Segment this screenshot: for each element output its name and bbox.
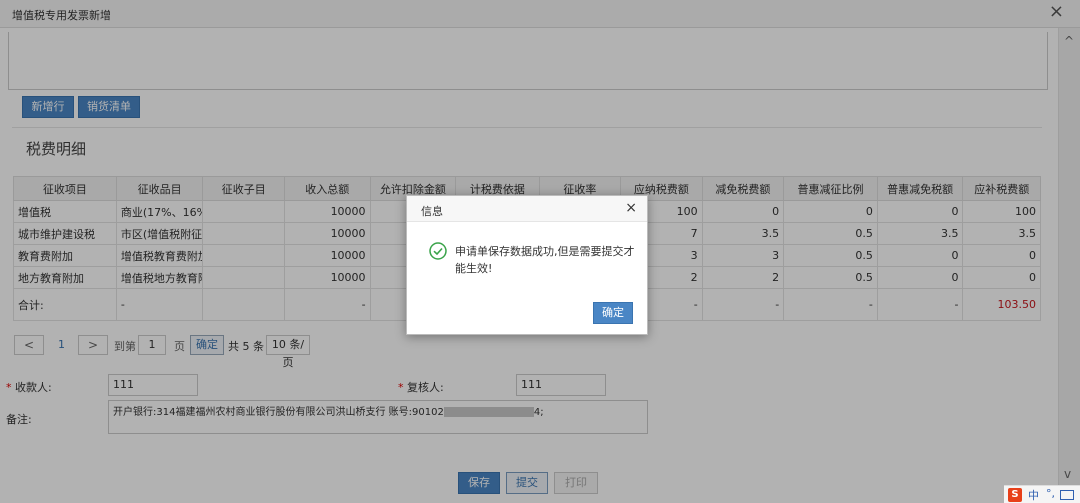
dialog-close-icon[interactable]: × [625, 200, 637, 216]
dialog-message: 申请单保存数据成功,但是需要提交才能生效! [455, 245, 635, 275]
ime-punct-toggle[interactable]: °, [1046, 487, 1055, 500]
ime-lang-toggle[interactable]: 中 [1028, 487, 1039, 503]
dialog-ok-button[interactable]: 确定 [593, 302, 633, 324]
sogou-logo-icon[interactable]: S [1008, 488, 1022, 502]
dialog-title: 信息 [421, 205, 443, 218]
info-dialog: 信息 × 申请单保存数据成功,但是需要提交才能生效! 确定 [406, 195, 648, 335]
ime-toolbar[interactable]: S 中 °, [1004, 485, 1080, 503]
dialog-titlebar: 信息 × [407, 196, 647, 222]
keyboard-icon[interactable] [1060, 490, 1074, 500]
success-check-icon [429, 242, 447, 260]
